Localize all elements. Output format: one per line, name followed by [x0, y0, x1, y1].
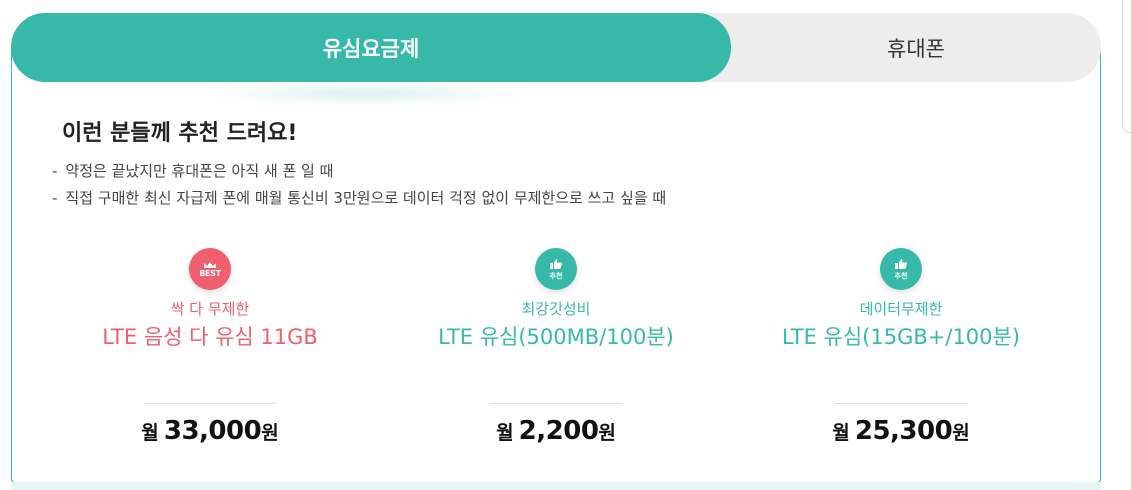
- recommend-item: - 직접 구매한 최신 자급제 폰에 매월 통신비 3만원으로 데이터 걱정 없이…: [52, 185, 666, 212]
- recommend-list: - 약정은 끝났지만 휴대폰은 아직 새 폰 일 때 - 직접 구매한 최신 자급제…: [52, 158, 666, 212]
- bullet-dash: -: [52, 162, 58, 180]
- best-badge: BEST: [189, 248, 231, 290]
- recommend-item-text: 직접 구매한 최신 자급제 폰에 매월 통신비 3만원으로 데이터 걱정 없이 …: [65, 189, 667, 207]
- price-amount: 25,300: [854, 416, 953, 446]
- price-suffix: 원: [952, 422, 970, 444]
- plan-card-best[interactable]: BEST 싹 다 무제한 LTE 음성 다 유심 11GB 월 33,000원: [60, 248, 360, 446]
- plan-name: LTE 음성 다 유심 11GB: [102, 325, 318, 349]
- plan-price: 월 33,000원: [60, 416, 360, 446]
- tab-phone-label: 휴대폰: [887, 36, 945, 61]
- best-badge-text: BEST: [199, 268, 221, 278]
- panel-bottom-strip: [11, 482, 1101, 490]
- price-amount: 33,000: [163, 416, 262, 446]
- plan-divider: [490, 403, 622, 404]
- recommend-item-text: 약정은 끝났지만 휴대폰은 아직 새 폰 일 때: [65, 162, 334, 180]
- price-prefix: 월: [832, 422, 850, 444]
- price-prefix: 월: [496, 422, 514, 444]
- recommend-item: - 약정은 끝났지만 휴대폰은 아직 새 폰 일 때: [52, 158, 666, 185]
- tab-shadow: [200, 82, 530, 106]
- tab-bar: 휴대폰 유심요금제: [11, 13, 1101, 82]
- plan-category: 최강갓성비: [521, 300, 591, 318]
- tab-usim-plans-label: 유심요금제: [322, 36, 420, 61]
- plan-divider: [835, 403, 967, 404]
- recommend-heading: 이런 분들께 추천 드려요!: [62, 121, 298, 146]
- plan-price: 월 25,300원: [751, 416, 1051, 446]
- plan-name: LTE 유심(500MB/100분): [438, 325, 674, 349]
- thumbs-up-icon: [895, 258, 908, 269]
- price-suffix: 원: [598, 422, 616, 444]
- recommend-badge: 추천: [880, 248, 922, 290]
- plan-price: 월 2,200원: [406, 416, 706, 446]
- recommend-badge: 추천: [535, 248, 577, 290]
- side-panel-edge: [1122, 0, 1131, 133]
- price-prefix: 월: [141, 422, 159, 444]
- bullet-dash: -: [52, 189, 58, 207]
- plan-divider: [144, 403, 276, 404]
- price-amount: 2,200: [518, 416, 599, 446]
- plan-category: 데이터무제한: [859, 300, 943, 318]
- plan-card-unlimited[interactable]: 추천 데이터무제한 LTE 유심(15GB+/100분) 월 25,300원: [751, 248, 1051, 446]
- thumbs-up-icon: [550, 258, 563, 269]
- plan-card-value[interactable]: 추천 최강갓성비 LTE 유심(500MB/100분) 월 2,200원: [406, 248, 706, 446]
- crown-icon: [204, 261, 216, 268]
- price-suffix: 원: [261, 422, 279, 444]
- tab-usim-plans[interactable]: 유심요금제: [11, 13, 731, 82]
- recommend-badge-text: 추천: [549, 271, 563, 280]
- plan-category: 싹 다 무제한: [170, 300, 250, 318]
- recommend-badge-text: 추천: [894, 271, 908, 280]
- plan-name: LTE 유심(15GB+/100분): [781, 325, 1021, 349]
